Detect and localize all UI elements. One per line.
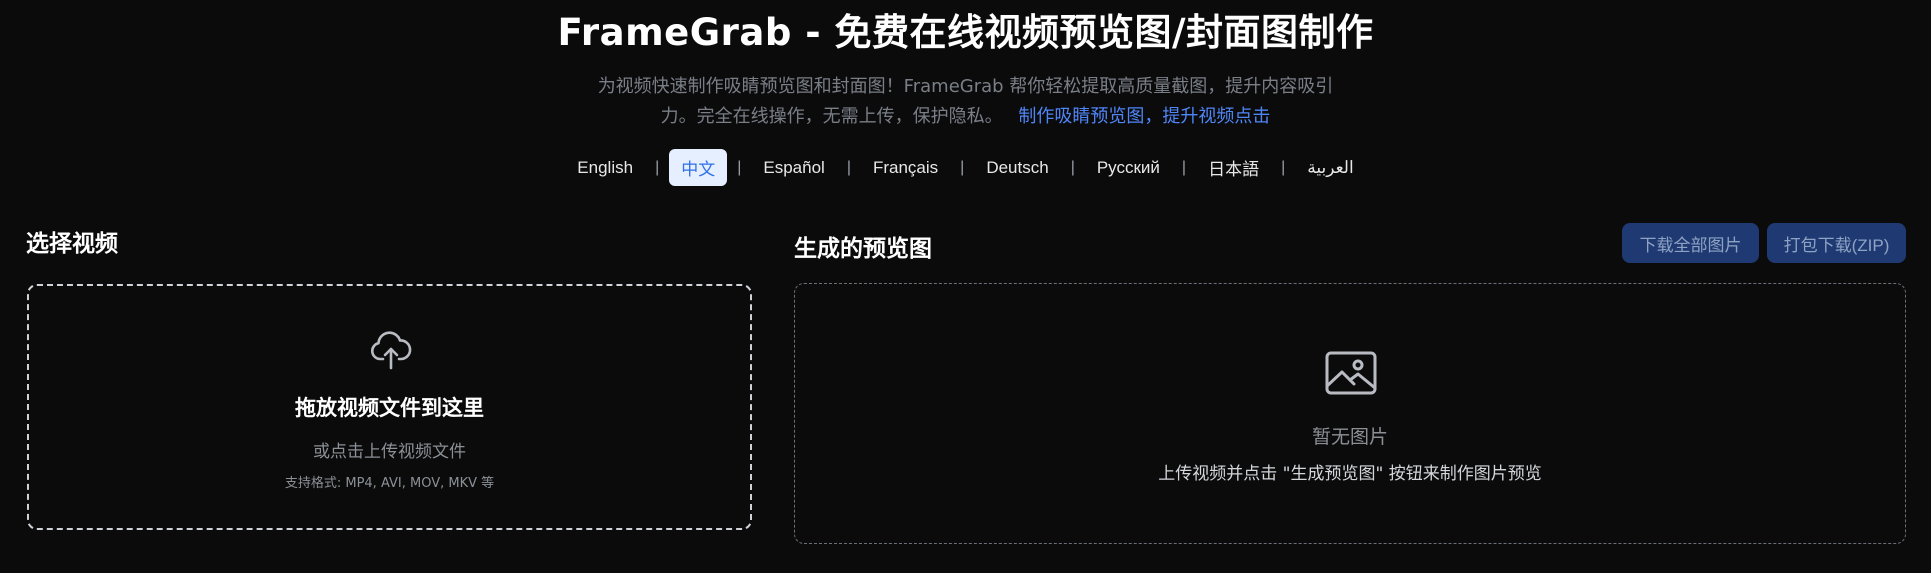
lang-german[interactable]: Deutsch	[974, 152, 1060, 184]
previews-heading: 生成的预览图	[794, 236, 932, 262]
language-switcher: English | 中文 | Español | Français | Deut…	[0, 149, 1931, 186]
image-icon	[1325, 351, 1377, 395]
page-title: FrameGrab - 免费在线视频预览图/封面图制作	[557, 11, 1374, 54]
dropzone-subtitle: 或点击上传视频文件	[313, 442, 466, 462]
empty-state-subtitle: 上传视频并点击 "生成预览图" 按钮来制作图片预览	[1158, 464, 1542, 484]
lang-french[interactable]: Français	[861, 152, 950, 184]
subtitle-line-1: 为视频快速制作吸睛预览图和封面图！FrameGrab 帮你轻松提取高质量截图，提…	[597, 76, 1334, 97]
lang-separator: |	[1181, 158, 1187, 176]
select-video-heading: 选择视频	[26, 231, 118, 257]
dropzone-title: 拖放视频文件到这里	[295, 396, 484, 420]
download-zip-button[interactable]: 打包下载(ZIP)	[1767, 223, 1906, 263]
lang-english[interactable]: English	[565, 152, 645, 184]
download-all-button[interactable]: 下载全部图片	[1622, 223, 1759, 263]
page-subtitle: 为视频快速制作吸睛预览图和封面图！FrameGrab 帮你轻松提取高质量截图，提…	[0, 72, 1931, 132]
video-dropzone[interactable]: 拖放视频文件到这里 或点击上传视频文件 支持格式: MP4, AVI, MOV,…	[27, 284, 752, 530]
lang-spanish[interactable]: Español	[751, 152, 836, 184]
supported-formats: 支持格式: MP4, AVI, MOV, MKV 等	[284, 476, 495, 491]
cta-link[interactable]: 制作吸睛预览图，提升视频点击	[1018, 106, 1270, 127]
lang-arabic[interactable]: العربية	[1295, 152, 1365, 184]
lang-russian[interactable]: Русский	[1085, 152, 1172, 184]
lang-chinese[interactable]: 中文	[669, 149, 728, 186]
lang-separator: |	[1070, 158, 1075, 176]
lang-separator: |	[1281, 158, 1286, 176]
preview-area: 暂无图片 上传视频并点击 "生成预览图" 按钮来制作图片预览	[794, 283, 1906, 544]
lang-japanese[interactable]: 日本語	[1196, 149, 1271, 186]
lang-separator: |	[846, 158, 851, 176]
empty-state-title: 暂无图片	[1311, 426, 1388, 448]
lang-separator: |	[960, 158, 965, 176]
lang-separator: |	[737, 158, 742, 176]
subtitle-line-2-wrapper: 力。完全在线操作，无需上传，保护隐私。 制作吸睛预览图，提升视频点击	[0, 102, 1931, 132]
subtitle-line-2: 力。完全在线操作，无需上传，保护隐私。	[660, 106, 1003, 127]
cloud-upload-icon	[370, 331, 412, 370]
lang-separator: |	[655, 158, 660, 176]
